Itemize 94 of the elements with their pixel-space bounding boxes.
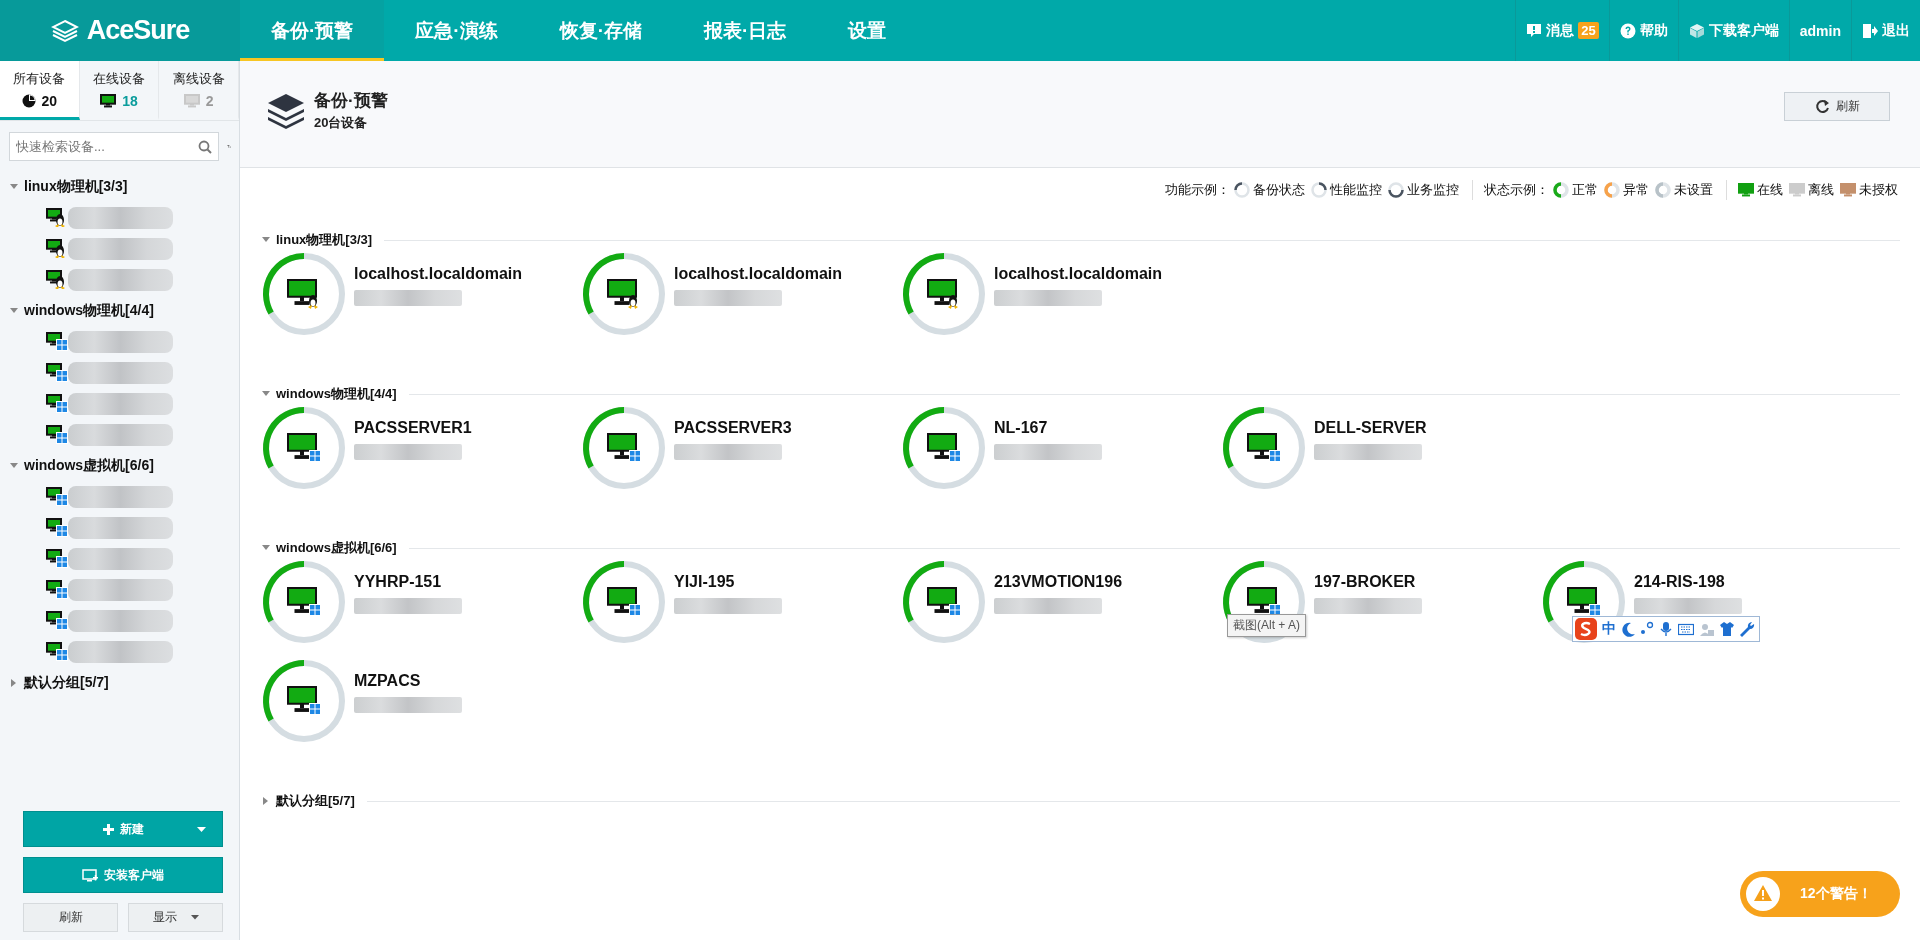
legend-text: 性能监控 [1330, 181, 1382, 199]
tooltip: 截图(Alt + A) [1227, 614, 1306, 637]
monitor-icon [46, 580, 68, 599]
pie-chart-icon [21, 93, 36, 108]
brand-logo: AceSure [0, 0, 240, 61]
legend-text: 备份状态 [1253, 181, 1305, 199]
caret-icon[interactable] [262, 390, 270, 398]
legend-text: 未授权 [1859, 181, 1898, 199]
monitor-icon [46, 549, 68, 568]
warning-icon [1746, 877, 1780, 911]
device-name[interactable]: localhost.localdomain [994, 264, 1163, 283]
caret-icon[interactable] [10, 461, 18, 470]
ring-icon [1234, 182, 1250, 198]
caret-icon[interactable] [262, 236, 270, 244]
caret-icon [190, 915, 199, 920]
group-title[interactable]: 默认分组[5/7] [276, 792, 355, 810]
refresh-button[interactable]: 刷新 [23, 903, 118, 932]
monitor-icon [46, 642, 68, 661]
caret-icon[interactable] [262, 797, 270, 805]
microphone-icon [1659, 621, 1673, 637]
legend-label: 功能示例： [1165, 181, 1230, 199]
monitor-icon [46, 394, 68, 413]
legend-label: 状态示例： [1484, 181, 1549, 199]
legend-text: 离线 [1808, 181, 1834, 199]
device-tab[interactable]: 离线设备 2 [159, 61, 239, 120]
caret-icon[interactable] [10, 182, 18, 191]
caret-icon[interactable] [10, 678, 18, 687]
monitor-icon [46, 487, 68, 506]
device-name[interactable]: localhost.localdomain [354, 264, 523, 283]
cube-icon [1688, 22, 1705, 39]
device-name[interactable]: NL-167 [994, 418, 1102, 437]
ring-icon [1311, 182, 1327, 198]
tree-group-label[interactable]: linux物理机[3/3] [24, 177, 128, 196]
device-name[interactable]: PACSSERVER1 [354, 418, 472, 437]
device-count: 18 [122, 92, 138, 109]
legend-text: 业务监控 [1407, 181, 1459, 199]
tab-label: 所有设备 [13, 69, 66, 88]
caret-icon[interactable] [10, 306, 18, 315]
tree-group-label[interactable]: windows物理机[4/4] [24, 301, 154, 320]
monitor-icon [46, 332, 68, 351]
display-button[interactable]: 显示 [128, 903, 223, 932]
device-name[interactable]: 197-BROKER [1314, 572, 1422, 591]
device-name[interactable]: 213VMOTION196 [994, 572, 1123, 591]
search-field[interactable]: 快速检索设备... [9, 132, 219, 161]
message-icon [1526, 22, 1543, 39]
tree-group-label[interactable]: 默认分组[5/7] [24, 673, 109, 692]
monitor-icon [100, 93, 117, 108]
legend-text: 异常 [1623, 181, 1649, 199]
page-title: 备份·预警 [314, 90, 388, 112]
group-title[interactable]: windows物理机[4/4] [276, 385, 397, 403]
legend-text: 正常 [1572, 181, 1598, 199]
refresh-button[interactable]: 刷新 [1784, 92, 1890, 121]
monitor-icon [46, 611, 68, 630]
device-count: 2 [205, 92, 214, 109]
monitor-icon [183, 93, 200, 108]
device-count-text: 20台设备 [314, 114, 369, 132]
monitor-icon [46, 518, 68, 537]
ime-mode-text[interactable]: 中 [1602, 620, 1616, 638]
count-badge: 25 [1578, 22, 1599, 39]
shirt-icon [1720, 621, 1734, 637]
ring-icon [1388, 182, 1404, 198]
device-tab[interactable]: 在线设备 18 [79, 61, 160, 120]
device-name[interactable]: 214-RIS-198 [1634, 572, 1742, 591]
moon-icon [1621, 621, 1635, 637]
wrench-icon [1739, 621, 1755, 637]
device-name[interactable]: YYHRP-151 [354, 572, 462, 591]
help-icon [1619, 22, 1636, 39]
caret-icon[interactable] [262, 544, 270, 552]
device-count: 20 [41, 92, 58, 109]
caret-icon [197, 827, 206, 832]
tab-label: 在线设备 [93, 69, 145, 88]
monitor-icon [46, 425, 68, 444]
monitor-plus-icon [82, 868, 98, 882]
monitor-icon [46, 363, 68, 382]
device-name[interactable]: PACSSERVER3 [674, 418, 792, 437]
user-icon [1699, 621, 1715, 637]
legend-text: 在线 [1757, 181, 1783, 199]
device-tab[interactable]: 所有设备 20 [0, 61, 80, 120]
tab-label: 离线设备 [172, 69, 225, 88]
group-title[interactable]: windows虚拟机[6/6] [276, 539, 397, 557]
group-title[interactable]: linux物理机[3/3] [276, 231, 373, 249]
plus-icon [102, 823, 114, 835]
keyboard-icon [1678, 621, 1694, 637]
punctuation-icon [1640, 621, 1654, 637]
refresh-icon [1814, 99, 1830, 114]
device-name[interactable]: YIJI-195 [674, 572, 782, 591]
device-name[interactable]: localhost.localdomain [674, 264, 843, 283]
search-icon [198, 140, 212, 154]
tree-group-label[interactable]: windows虚拟机[6/6] [24, 456, 154, 475]
logout-icon [1862, 22, 1878, 39]
legend-text: 未设置 [1674, 181, 1713, 199]
device-name[interactable]: DELL-SERVER [1314, 418, 1427, 437]
layers-icon [266, 91, 306, 130]
device-name[interactable]: MZPACS [354, 671, 462, 690]
